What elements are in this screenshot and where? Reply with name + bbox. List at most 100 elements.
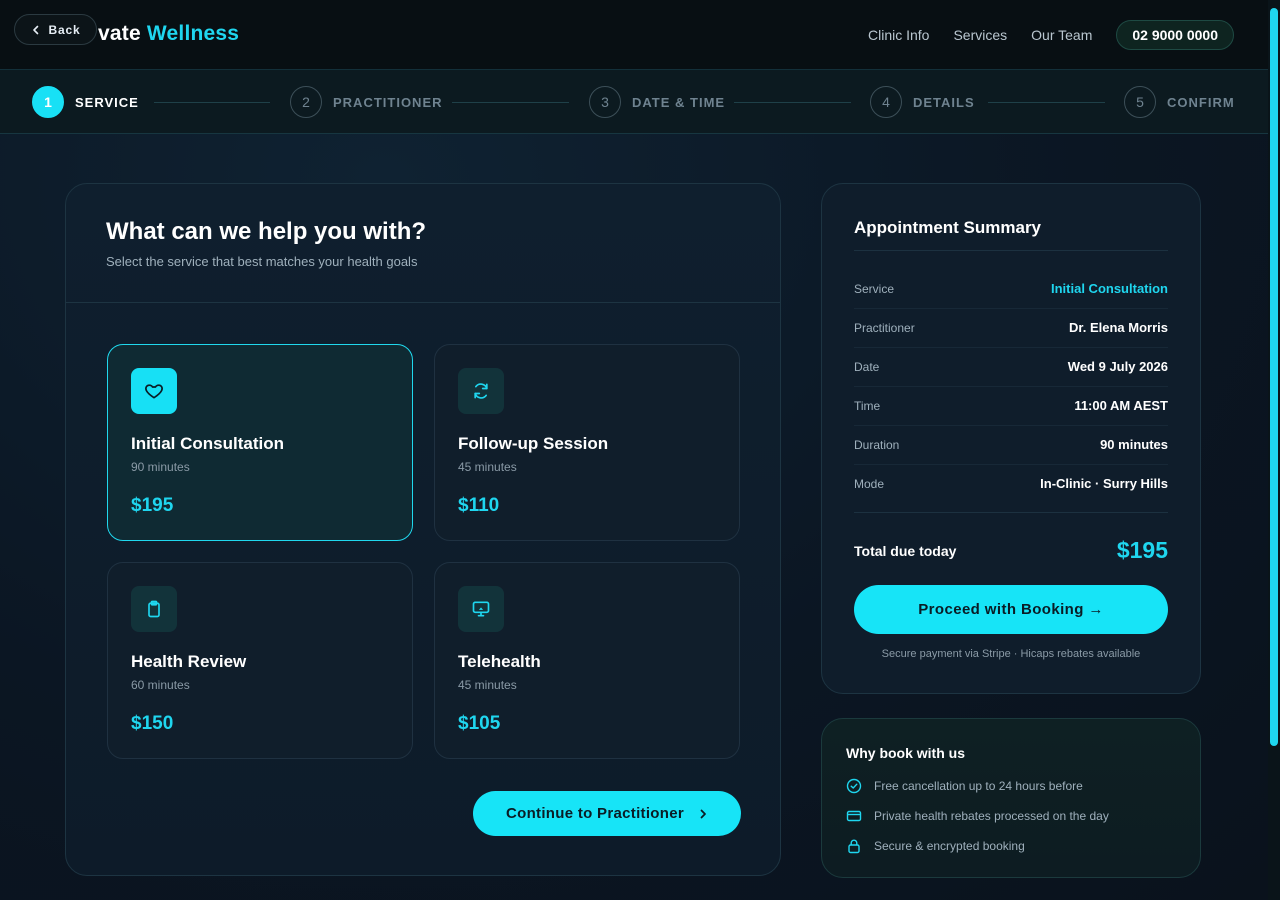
nav-clinic-info[interactable]: Clinic Info <box>868 27 929 43</box>
card-header: What can we help you with? Select the se… <box>66 184 780 303</box>
divider <box>854 347 1168 348</box>
phone-button[interactable]: 02 9000 0000 <box>1116 20 1234 50</box>
why-item: Private health rebates processed on the … <box>846 808 1109 824</box>
total-value: $195 <box>1116 537 1168 563</box>
back-label: Back <box>48 22 81 37</box>
service-price: $150 <box>131 713 174 734</box>
service-duration: 90 minutes <box>131 460 190 474</box>
continue-label: Continue to Practitioner <box>505 805 685 822</box>
step-details[interactable]: 4 DETAILS <box>870 86 975 118</box>
summary-row-practitioner: Practitioner Dr. Elena Morris <box>854 320 1168 335</box>
step-number: 2 <box>290 86 322 118</box>
service-duration: 60 minutes <box>131 678 190 692</box>
step-label: DATE & TIME <box>632 94 726 110</box>
service-price: $105 <box>458 713 501 734</box>
service-option-initial-consultation[interactable]: Initial Consultation 90 minutes $195 <box>107 344 413 541</box>
service-option-telehealth[interactable]: Telehealth 45 minutes $105 <box>434 562 740 759</box>
service-duration: 45 minutes <box>458 678 517 692</box>
step-number: 4 <box>870 86 902 118</box>
summary-key: Service <box>854 281 895 296</box>
step-connector <box>154 102 270 103</box>
proceed-with-booking-button[interactable]: Proceed with Booking → <box>854 585 1168 634</box>
page-subtitle: Select the service that best matches you… <box>106 254 418 269</box>
summary-key: Mode <box>854 476 885 491</box>
continue-to-practitioner-button[interactable]: Continue to Practitioner <box>473 791 741 836</box>
step-confirm[interactable]: 5 CONFIRM <box>1124 86 1235 118</box>
heart-icon <box>131 368 177 414</box>
divider <box>854 308 1168 309</box>
refresh-icon <box>458 368 504 414</box>
summary-value: In-Clinic · Surry Hills <box>1040 476 1168 491</box>
appointment-summary-card: Appointment Summary Service Initial Cons… <box>821 183 1201 694</box>
total-due-row: Total due today $195 <box>854 537 1168 564</box>
card-icon <box>846 810 862 822</box>
page-title: What can we help you with? <box>106 218 427 245</box>
lock-icon <box>848 839 860 854</box>
step-service[interactable]: 1 SERVICE <box>32 86 139 118</box>
scrollbar-thumb[interactable] <box>1270 8 1278 746</box>
payment-note: Secure payment via Stripe · Hicaps rebat… <box>881 648 1141 660</box>
summary-key: Practitioner <box>854 320 915 335</box>
service-price: $110 <box>458 495 500 516</box>
nav-our-team[interactable]: Our Team <box>1031 27 1092 43</box>
step-date-time[interactable]: 3 DATE & TIME <box>589 86 725 118</box>
step-connector <box>452 102 569 103</box>
booking-stepper: 1 SERVICE 2 PRACTITIONER 3 DATE & TIME 4… <box>0 70 1268 134</box>
step-connector <box>988 102 1105 103</box>
step-practitioner[interactable]: 2 PRACTITIONER <box>290 86 443 118</box>
service-option-follow-up-session[interactable]: Follow-up Session 45 minutes $110 <box>434 344 740 541</box>
divider <box>854 425 1168 426</box>
service-duration: 45 minutes <box>458 460 517 474</box>
chevron-left-icon <box>32 25 38 34</box>
summary-title: Appointment Summary <box>854 218 1042 237</box>
why-book-card: Why book with us Free cancellation up to… <box>821 718 1201 878</box>
divider <box>854 386 1168 387</box>
step-label: DETAILS <box>913 94 975 110</box>
step-label: PRACTITIONER <box>333 94 443 110</box>
top-nav: Clinic Info Services Our Team 02 9000 00… <box>868 20 1234 50</box>
summary-key: Duration <box>854 437 900 452</box>
summary-key: Date <box>854 359 880 374</box>
summary-row-time: Time 11:00 AM AEST <box>854 398 1168 413</box>
nav-services[interactable]: Services <box>953 27 1007 43</box>
brand-accent: Wellness <box>146 22 240 45</box>
total-label: Total due today <box>854 542 957 559</box>
clipboard-icon <box>131 586 177 632</box>
summary-row-date: Date Wed 9 July 2026 <box>854 359 1168 374</box>
step-connector <box>734 102 851 103</box>
why-item: Secure & encrypted booking <box>846 838 1025 854</box>
service-name: Follow-up Session <box>458 434 609 453</box>
service-selection-card: What can we help you with? Select the se… <box>65 183 781 876</box>
step-label: SERVICE <box>75 94 139 110</box>
summary-value: Initial Consultation <box>1051 281 1168 296</box>
check-circle-icon <box>846 778 862 794</box>
service-price: $195 <box>131 495 174 516</box>
summary-value: Dr. Elena Morris <box>1069 320 1168 335</box>
chevron-right-icon <box>700 809 706 818</box>
brand-name: vate <box>98 22 141 45</box>
service-name: Health Review <box>131 652 247 671</box>
divider <box>854 512 1168 513</box>
service-option-health-review[interactable]: Health Review 60 minutes $150 <box>107 562 413 759</box>
scrollbar[interactable] <box>1268 0 1280 900</box>
summary-row-duration: Duration 90 minutes <box>854 437 1168 452</box>
summary-key: Time <box>854 398 881 413</box>
step-number: 5 <box>1124 86 1156 118</box>
summary-value: Wed 9 July 2026 <box>1067 359 1168 374</box>
why-item-text: Free cancellation up to 24 hours before <box>874 779 1083 793</box>
step-number: 1 <box>32 86 64 118</box>
back-button[interactable]: Back <box>14 14 97 45</box>
service-name: Initial Consultation <box>131 434 284 453</box>
step-label: CONFIRM <box>1167 94 1235 110</box>
summary-value: 90 minutes <box>1100 437 1168 452</box>
why-title: Why book with us <box>846 745 965 761</box>
top-header: vate Wellness Back Clinic Info Services … <box>0 0 1268 70</box>
summary-row-mode: Mode In-Clinic · Surry Hills <box>854 476 1168 491</box>
why-item-text: Secure & encrypted booking <box>874 839 1025 853</box>
monitor-icon <box>458 586 504 632</box>
why-item: Free cancellation up to 24 hours before <box>846 778 1083 794</box>
divider <box>854 464 1168 465</box>
service-name: Telehealth <box>458 652 541 671</box>
summary-row-service: Service Initial Consultation <box>854 281 1168 296</box>
why-item-text: Private health rebates processed on the … <box>874 809 1109 823</box>
